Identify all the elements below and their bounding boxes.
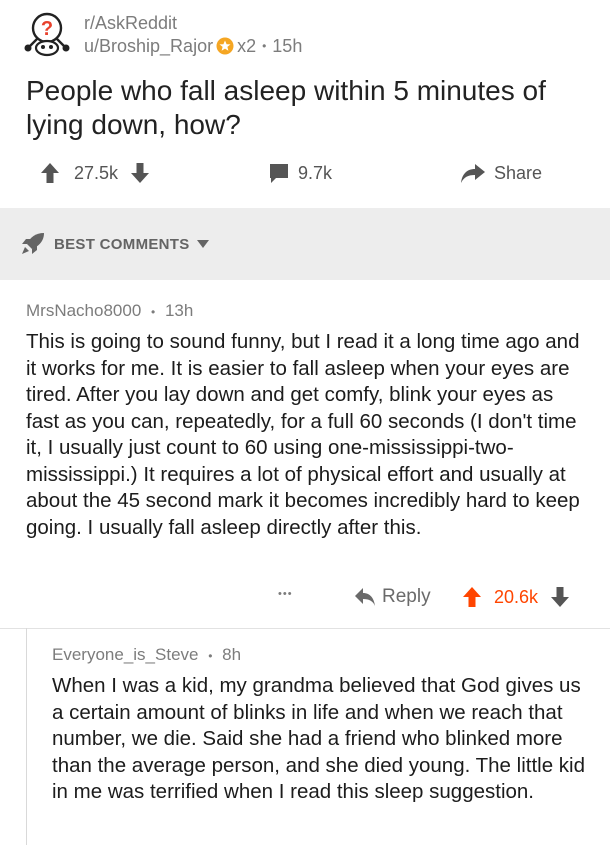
comment-author[interactable]: Everyone_is_Steve [52,645,198,664]
speech-bubble-icon [270,164,288,183]
author-line: u/Broship_Rajor x2 • 15h [84,34,302,58]
post-meta: r/AskReddit u/Broship_Rajor x2 • 15h [84,12,302,58]
post-header: ? r/AskReddit u/Broship_Rajor x2 • 15h [22,10,582,60]
reply-button[interactable]: Reply [354,586,431,608]
comment-reply: Everyone_is_Steve • 8h When I was a kid,… [52,644,592,806]
comment-actions: ••• Reply 20.6k [0,582,610,616]
reply-label: Reply [382,586,431,607]
comment-body: When I was a kid, my grandma believed th… [52,674,585,803]
comment-vote-controls: 20.6k [462,586,570,608]
post-title[interactable]: People who fall asleep within 5 minutes … [26,74,586,142]
gold-star-award-icon [216,37,234,55]
comment-count: 9.7k [298,162,333,183]
arrow-down-icon[interactable] [130,162,150,184]
comment-age: 13h [164,301,194,320]
post-author-link[interactable]: u/Broship_Rajor [84,34,213,58]
comment-body: This is going to sound funny, but I read… [26,330,580,539]
share-arrow-icon [461,164,485,183]
sort-dropdown[interactable]: BEST COMMENTS [20,232,210,256]
divider [0,628,610,629]
more-options-button[interactable]: ••• [278,588,293,600]
comment-meta: MrsNacho8000 • 13h [26,300,582,323]
post-actions: 27.5k 9.7k Share [0,156,610,196]
comment-age: 8h [222,645,242,664]
share-label: Share [494,162,543,183]
meta-separator: • [151,305,156,319]
thread-line[interactable] [26,628,27,845]
sort-label: BEST COMMENTS [54,235,190,253]
question-mark-snoo-icon[interactable]: ? [22,12,72,58]
svg-text:?: ? [41,18,53,40]
post-upvote-count: 27.5k [74,162,119,183]
reply-arrow-icon [355,588,375,606]
comment-score: 20.6k [494,586,539,607]
post-age: 15h [272,36,303,56]
rocket-icon [22,233,44,254]
share-button[interactable]: Share [460,162,542,184]
meta-separator: • [262,39,267,53]
comments-button[interactable]: 9.7k [268,162,332,184]
arrow-down-icon[interactable] [550,586,570,608]
chevron-down-icon [196,240,209,248]
award-count: x2 [237,36,257,56]
comment-meta: Everyone_is_Steve • 8h [52,644,592,667]
comment-author[interactable]: MrsNacho8000 [26,301,141,320]
meta-separator: • [208,649,213,663]
subreddit-link[interactable]: r/AskReddit [84,12,302,34]
vote-controls: 27.5k [40,162,150,184]
arrow-up-icon[interactable] [40,162,60,184]
comment: MrsNacho8000 • 13h This is going to soun… [26,300,582,541]
arrow-up-icon[interactable] [462,586,482,608]
